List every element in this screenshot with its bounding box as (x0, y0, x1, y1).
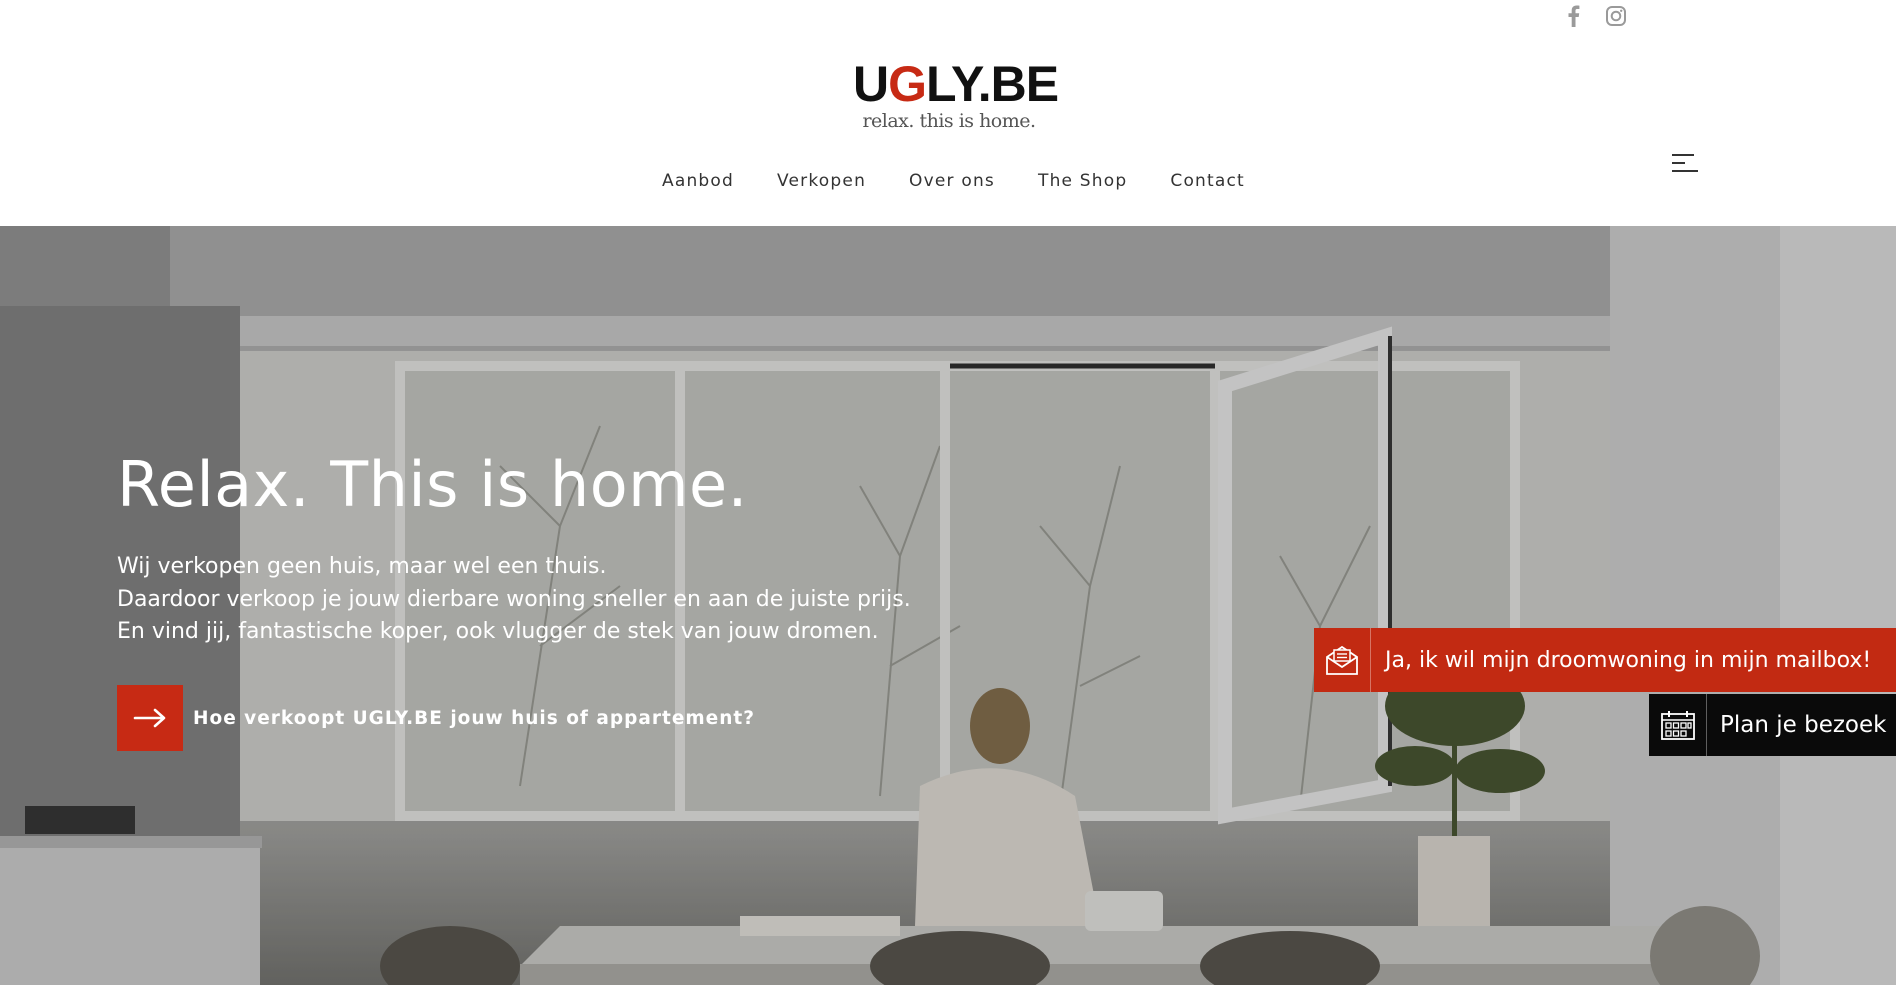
dream-home-mailbox-label: Ja, ik wil mijn droomwoning in mijn mail… (1385, 647, 1872, 673)
plan-visit-button[interactable]: Plan je bezoek (1649, 694, 1896, 756)
calendar-icon (1649, 694, 1707, 756)
arrow-right-icon[interactable] (117, 685, 183, 751)
facebook-icon[interactable] (1560, 2, 1588, 30)
main-nav: Aanbod Verkopen Over ons The Shop Contac… (662, 171, 1245, 191)
hero-line-1: Wij verkopen geen huis, maar wel een thu… (117, 554, 607, 579)
how-we-sell-label[interactable]: Hoe verkoopt UGLY.BE jouw huis of appart… (193, 708, 755, 729)
site-logo[interactable]: UGLY.BE relax. this is home. (853, 56, 1059, 132)
nav-item-contact[interactable]: Contact (1170, 171, 1245, 191)
instagram-icon[interactable] (1602, 2, 1630, 30)
nav-item-the-shop[interactable]: The Shop (1038, 171, 1127, 191)
dream-home-mailbox-button[interactable]: Ja, ik wil mijn droomwoning in mijn mail… (1314, 628, 1896, 692)
how-we-sell-link[interactable]: Hoe verkoopt UGLY.BE jouw huis of appart… (117, 685, 755, 751)
plan-visit-label: Plan je bezoek (1720, 712, 1887, 738)
logo-tagline: relax. this is home. (862, 110, 1036, 132)
social-links (1560, 2, 1630, 30)
envelope-icon (1314, 628, 1371, 692)
site-header: UGLY.BE relax. this is home. Aanbod Verk… (0, 0, 1896, 226)
hero-line-2: Daardoor verkoop je jouw dierbare woning… (117, 586, 911, 612)
hero-description: Wij verkopen geen huis, maar wel een thu… (117, 551, 911, 649)
nav-item-aanbod[interactable]: Aanbod (662, 171, 734, 191)
nav-item-over-ons[interactable]: Over ons (909, 171, 995, 191)
hamburger-menu-icon[interactable] (1672, 154, 1698, 174)
hero-line-3: En vind jij, fantastische koper, ook vlu… (117, 619, 879, 644)
logo-wordmark: UGLY.BE (853, 56, 1059, 112)
hero-title: Relax. This is home. (117, 448, 748, 521)
nav-item-verkopen[interactable]: Verkopen (777, 171, 866, 191)
hero-section: Relax. This is home. Wij verkopen geen h… (0, 226, 1896, 985)
